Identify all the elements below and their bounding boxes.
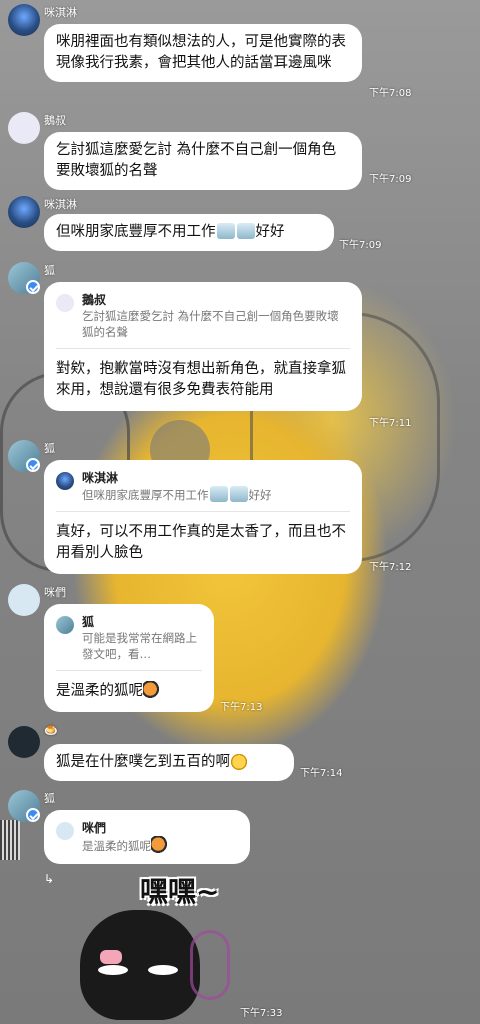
sender-name: 狐	[44, 442, 55, 455]
message-time: 下午7:33	[240, 1008, 283, 1019]
quote-avatar	[56, 294, 74, 312]
sender-name: 狐	[44, 264, 55, 277]
message-text: 乞討狐這麼愛乞討 為什麼不自己創一個角色 要敗壞狐的名聲	[56, 142, 337, 179]
avatar[interactable]	[8, 4, 40, 36]
message-bubble[interactable]: 咪淇淋 但咪朋家底豐厚不用工作 好好 真好，可以不用工作真的是太香了，而且也不用看…	[44, 460, 362, 574]
quote-sender: 咪淇淋	[82, 471, 119, 485]
quote-text: 是溫柔的狐呢	[56, 836, 238, 854]
eye	[98, 965, 128, 975]
avatar[interactable]	[8, 112, 40, 144]
quote-sender: 咪們	[82, 821, 107, 835]
fox-sticker-icon	[143, 681, 161, 699]
message-text: 真好，可以不用工作真的是太香了，而且也不用看別人臉色	[56, 524, 346, 561]
fox-sticker-icon	[151, 836, 169, 854]
verified-badge-icon	[26, 808, 40, 822]
quote-avatar	[56, 822, 74, 840]
message-time: 下午7:08	[369, 88, 412, 99]
verified-badge-icon	[26, 458, 40, 472]
quoted-message[interactable]: 咪淇淋 但咪朋家底豐厚不用工作 好好	[56, 470, 350, 512]
avatar[interactable]	[8, 726, 40, 758]
bow-icon	[100, 950, 122, 964]
message-bubble[interactable]: 咪們 是溫柔的狐呢	[44, 810, 250, 864]
avatar[interactable]	[8, 196, 40, 228]
message-text: 狐是在什麼噗乞到五百的啊	[56, 754, 230, 770]
sticker-icon	[229, 486, 248, 502]
sticker-icon	[216, 223, 235, 239]
message-bubble[interactable]: 鵝叔 乞討狐這麼愛乞討 為什麼不自己創一個角色要敗壞狐的名聲 對欸，抱歉當時沒有…	[44, 282, 362, 411]
quoted-message[interactable]: 咪們 是溫柔的狐呢	[56, 820, 238, 854]
message-text: 咪朋裡面也有類似想法的人，可是他實際的表現像我行我素，會把其他人的話當耳邊風咪	[56, 34, 346, 71]
message-time: 下午7:12	[369, 562, 412, 573]
message-bubble[interactable]: 但咪朋家底豐厚不用工作 好好	[44, 214, 334, 251]
sender-name: 狐	[44, 792, 55, 805]
verified-badge-icon	[26, 280, 40, 294]
quote-text-part: 但咪朋家底豐厚不用工作	[82, 488, 209, 502]
message-time: 下午7:09	[339, 240, 382, 251]
quote-sender: 狐	[82, 615, 95, 629]
large-sticker[interactable]: 嘿嘿~	[70, 870, 250, 1020]
quoted-message[interactable]: 鵝叔 乞討狐這麼愛乞討 為什麼不自己創一個角色要敗壞狐的名聲	[56, 292, 350, 349]
quote-text-part: 好好	[248, 488, 272, 502]
message-text: 但咪朋家底豐厚不用工作	[56, 224, 216, 240]
message-text: 對欸，抱歉當時沒有想出新角色，就直接拿狐來用，想說還有很多免費表符能用	[56, 361, 346, 398]
sticker-icon	[236, 223, 255, 239]
quote-text: 乞討狐這麼愛乞討 為什麼不自己創一個角色要敗壞狐的名聲	[82, 309, 339, 339]
message-text-part: 是溫柔的狐呢	[56, 683, 143, 699]
sender-name: 🍮	[44, 724, 58, 737]
avatar[interactable]	[8, 584, 40, 616]
background-decoration	[0, 820, 20, 860]
quote-avatar	[56, 472, 74, 490]
devil-tail-icon	[190, 930, 230, 1000]
message-time: 下午7:11	[369, 418, 412, 429]
sticker-character	[80, 910, 200, 1020]
sticker-text: 嘿嘿~	[140, 875, 220, 908]
message-bubble[interactable]: 狐是在什麼噗乞到五百的啊	[44, 744, 294, 781]
message-time: 下午7:09	[369, 174, 412, 185]
sender-name: 鵝叔	[44, 114, 66, 127]
sender-name: 咪淇淋	[44, 198, 77, 211]
quoted-message[interactable]: 狐 可能是我常常在網路上發文吧，看…	[56, 614, 202, 671]
eye	[148, 965, 178, 975]
message-text: 好好	[255, 224, 285, 240]
message-bubble[interactable]: 乞討狐這麼愛乞討 為什麼不自己創一個角色 要敗壞狐的名聲	[44, 132, 362, 190]
quote-sender: 鵝叔	[82, 293, 107, 307]
message-time: 下午7:14	[300, 768, 343, 779]
message-text: 是溫柔的狐呢	[56, 681, 202, 702]
sender-name: 咪淇淋	[44, 6, 77, 19]
quote-text: 但咪朋家底豐厚不用工作 好好	[56, 486, 350, 503]
message-bubble[interactable]: 狐 可能是我常常在網路上發文吧，看… 是溫柔的狐呢	[44, 604, 214, 712]
sticker-icon	[209, 486, 228, 502]
reply-arrow-icon[interactable]: ↳	[44, 872, 54, 886]
sender-name: 咪們	[44, 586, 66, 599]
quote-text: 可能是我常常在網路上發文吧，看…	[82, 631, 197, 661]
gold-sticker-icon	[230, 752, 248, 770]
message-time: 下午7:13	[220, 702, 263, 713]
quote-text-part: 是溫柔的狐呢	[82, 839, 151, 853]
quote-avatar	[56, 616, 74, 634]
message-bubble[interactable]: 咪朋裡面也有類似想法的人，可是他實際的表現像我行我素，會把其他人的話當耳邊風咪	[44, 24, 362, 82]
